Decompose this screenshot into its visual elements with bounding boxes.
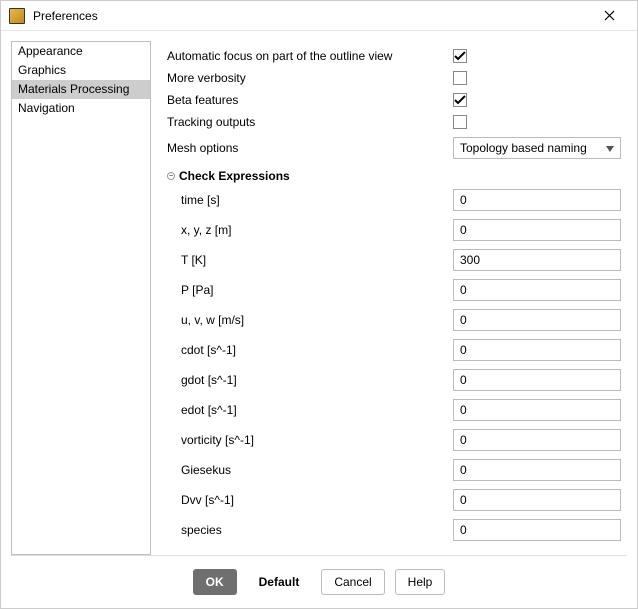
help-button[interactable]: Help xyxy=(395,569,446,595)
row-species: species xyxy=(167,515,621,545)
sidebar: Appearance Graphics Materials Processing… xyxy=(11,41,151,555)
footer: OK Default Cancel Help xyxy=(1,556,637,608)
label-giesekus: Giesekus xyxy=(167,463,453,477)
sidebar-item-navigation[interactable]: Navigation xyxy=(12,99,150,118)
input-time[interactable] xyxy=(453,189,621,211)
select-mesh-options[interactable]: Topology based naming xyxy=(453,137,621,159)
input-t[interactable] xyxy=(453,249,621,271)
label-vorticity: vorticity [s^-1] xyxy=(167,433,453,447)
row-tracking: Tracking outputs xyxy=(167,111,621,133)
row-auto-focus: Automatic focus on part of the outline v… xyxy=(167,45,621,67)
input-edot[interactable] xyxy=(453,399,621,421)
section-check-expressions: − Check Expressions xyxy=(167,163,621,185)
preferences-window: Preferences Appearance Graphics Material… xyxy=(0,0,638,609)
input-vorticity[interactable] xyxy=(453,429,621,451)
row-p: P [Pa] xyxy=(167,275,621,305)
label-beta: Beta features xyxy=(167,93,453,107)
check-icon xyxy=(454,95,466,105)
sidebar-item-label: Graphics xyxy=(18,63,66,77)
input-xyz[interactable] xyxy=(453,219,621,241)
input-cdot[interactable] xyxy=(453,339,621,361)
label-dvv: Dvv [s^-1] xyxy=(167,493,453,507)
close-icon xyxy=(604,10,615,21)
label-t: T [K] xyxy=(167,253,453,267)
row-cdot: cdot [s^-1] xyxy=(167,335,621,365)
input-uvw[interactable] xyxy=(453,309,621,331)
checkbox-auto-focus[interactable] xyxy=(453,49,467,63)
row-uvw: u, v, w [m/s] xyxy=(167,305,621,335)
cancel-button[interactable]: Cancel xyxy=(321,569,384,595)
window-title: Preferences xyxy=(33,9,589,23)
row-beta: Beta features xyxy=(167,89,621,111)
label-edot: edot [s^-1] xyxy=(167,403,453,417)
label-auto-focus: Automatic focus on part of the outline v… xyxy=(167,49,453,63)
sidebar-item-appearance[interactable]: Appearance xyxy=(12,42,150,61)
sidebar-item-label: Appearance xyxy=(18,44,83,58)
label-uvw: u, v, w [m/s] xyxy=(167,313,453,327)
label-time: time [s] xyxy=(167,193,453,207)
input-gdot[interactable] xyxy=(453,369,621,391)
row-gdot: gdot [s^-1] xyxy=(167,365,621,395)
select-value: Topology based naming xyxy=(460,141,587,155)
label-verbosity: More verbosity xyxy=(167,71,453,85)
label-mesh-options: Mesh options xyxy=(167,141,453,155)
input-giesekus[interactable] xyxy=(453,459,621,481)
sidebar-item-label: Materials Processing xyxy=(18,82,129,96)
collapse-icon[interactable]: − xyxy=(167,172,175,180)
row-xyz: x, y, z [m] xyxy=(167,215,621,245)
checkbox-verbosity[interactable] xyxy=(453,71,467,85)
close-button[interactable] xyxy=(589,1,629,31)
label-xyz: x, y, z [m] xyxy=(167,223,453,237)
label-tracking: Tracking outputs xyxy=(167,115,453,129)
default-button[interactable]: Default xyxy=(247,569,312,595)
row-time: time [s] xyxy=(167,185,621,215)
row-edot: edot [s^-1] xyxy=(167,395,621,425)
app-icon xyxy=(9,8,25,24)
row-giesekus: Giesekus xyxy=(167,455,621,485)
row-dvv: Dvv [s^-1] xyxy=(167,485,621,515)
content-panel: Automatic focus on part of the outline v… xyxy=(161,41,627,555)
sidebar-item-materials-processing[interactable]: Materials Processing xyxy=(12,80,150,99)
label-p: P [Pa] xyxy=(167,283,453,297)
titlebar: Preferences xyxy=(1,1,637,31)
row-vorticity: vorticity [s^-1] xyxy=(167,425,621,455)
input-p[interactable] xyxy=(453,279,621,301)
chevron-down-icon xyxy=(606,141,614,155)
check-icon xyxy=(454,51,466,61)
sidebar-item-label: Navigation xyxy=(18,101,75,115)
row-mesh-options: Mesh options Topology based naming xyxy=(167,133,621,163)
row-verbosity: More verbosity xyxy=(167,67,621,89)
input-species[interactable] xyxy=(453,519,621,541)
row-t: T [K] xyxy=(167,245,621,275)
input-dvv[interactable] xyxy=(453,489,621,511)
checkbox-tracking[interactable] xyxy=(453,115,467,129)
label-species: species xyxy=(167,523,453,537)
sidebar-item-graphics[interactable]: Graphics xyxy=(12,61,150,80)
ok-button[interactable]: OK xyxy=(193,569,237,595)
label-gdot: gdot [s^-1] xyxy=(167,373,453,387)
checkbox-beta[interactable] xyxy=(453,93,467,107)
body: Appearance Graphics Materials Processing… xyxy=(1,31,637,555)
label-cdot: cdot [s^-1] xyxy=(167,343,453,357)
section-title: Check Expressions xyxy=(179,169,290,183)
